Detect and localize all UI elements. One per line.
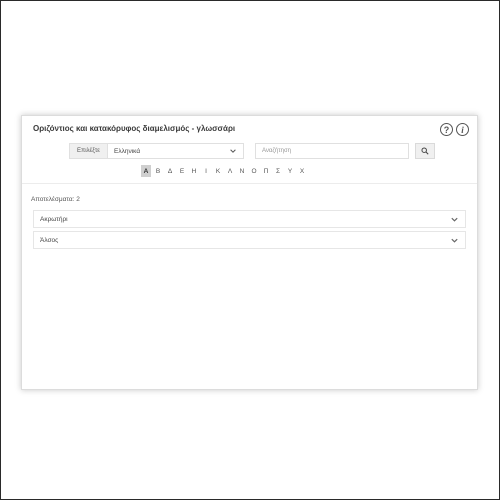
- chevron-down-icon: [451, 238, 458, 243]
- letter-filter-item[interactable]: Υ: [285, 165, 295, 177]
- language-select[interactable]: Ελληνικά: [107, 143, 244, 159]
- language-select-value: Ελληνικά: [114, 147, 141, 155]
- search-icon: [421, 147, 429, 155]
- letter-filter-item[interactable]: Π: [261, 165, 271, 177]
- language-select-label: Επιλέξτε: [69, 143, 107, 159]
- letter-filter-item[interactable]: Ν: [237, 165, 247, 177]
- chevron-down-icon: [451, 217, 458, 222]
- letter-filter-item[interactable]: Σ: [273, 165, 283, 177]
- results-count: Αποτελέσματα: 2: [31, 196, 80, 203]
- glossary-title: Οριζόντιος και κατακόρυφος διαμελισμός -…: [33, 124, 236, 133]
- result-label: Ακρωτήρι: [40, 215, 68, 223]
- chevron-down-icon: [230, 149, 236, 153]
- letter-filter-item[interactable]: Ο: [249, 165, 259, 177]
- letter-filter-item[interactable]: Β: [153, 165, 163, 177]
- info-circle-icon[interactable]: i: [456, 123, 469, 136]
- letter-filter-item[interactable]: Χ: [297, 165, 307, 177]
- letter-filter-item[interactable]: Ι: [201, 165, 211, 177]
- result-label: Άλσος: [40, 236, 59, 244]
- divider: [22, 183, 477, 184]
- letter-filter-item[interactable]: Δ: [165, 165, 175, 177]
- letter-filter-item[interactable]: Λ: [225, 165, 235, 177]
- question-circle-icon[interactable]: ?: [440, 123, 453, 136]
- help-icons: ? i: [440, 123, 469, 136]
- glossary-panel: Οριζόντιος και κατακόρυφος διαμελισμός -…: [21, 115, 478, 390]
- letter-filter-item[interactable]: Η: [189, 165, 199, 177]
- search-button[interactable]: [415, 143, 435, 159]
- letter-filter-item[interactable]: Α: [141, 165, 151, 177]
- search-input[interactable]: Αναζήτηση: [255, 143, 409, 159]
- result-row[interactable]: Ακρωτήρι: [33, 210, 466, 228]
- letter-filter-item[interactable]: Ε: [177, 165, 187, 177]
- result-row[interactable]: Άλσος: [33, 231, 466, 249]
- search-placeholder: Αναζήτηση: [262, 148, 291, 154]
- alphabet-filter: ΑΒΔΕΗΙΚΛΝΟΠΣΥΧ: [141, 165, 307, 177]
- letter-filter-item[interactable]: Κ: [213, 165, 223, 177]
